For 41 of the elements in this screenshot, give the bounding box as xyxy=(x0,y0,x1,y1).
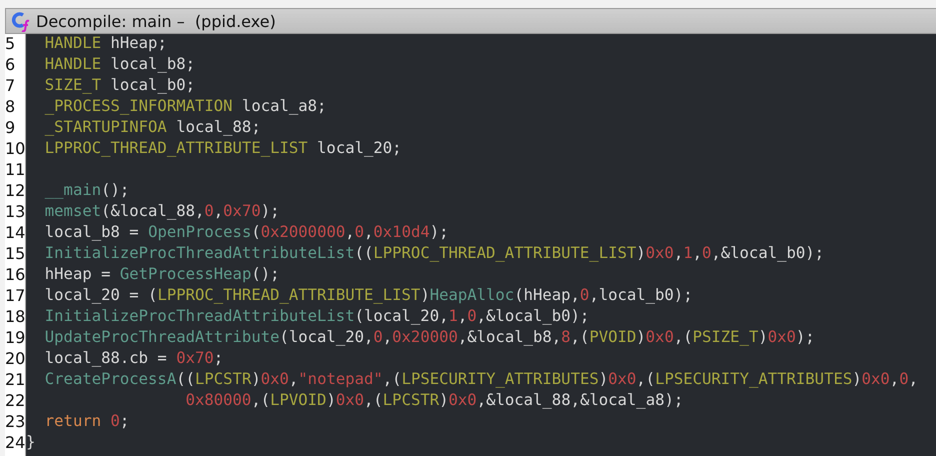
line-number: 6 xyxy=(5,55,16,76)
line-number: 14 xyxy=(5,223,25,244)
line-number: 24 xyxy=(5,433,25,454)
code-line: _PROCESS_INFORMATION local_a8; xyxy=(44,97,326,117)
line-number: 13 xyxy=(5,202,25,223)
line-number: 21 xyxy=(5,370,25,391)
line-number: 10 xyxy=(5,139,25,160)
code-line: __main(); xyxy=(44,181,130,201)
line-number: 5 xyxy=(5,34,16,55)
code-line: local_88.cb = 0x70; xyxy=(44,349,224,369)
line-number: 20 xyxy=(5,349,25,370)
code-line: UpdateProcThreadAttribute(local_20,0,0x20000,&local_b8,8,(PVOID)0x0,(PSIZE_T)0x0); xyxy=(44,328,815,348)
code-line: } xyxy=(26,433,36,453)
line-number: 9 xyxy=(5,118,16,139)
code-line: _STARTUPINFOA local_88; xyxy=(44,118,261,138)
line-number: 8 xyxy=(5,97,16,118)
line-number: 16 xyxy=(5,265,25,286)
code-line: CreateProcessA((LPCSTR)0x0,"notepad",(LPSECURITY_ATTRIBUTES)0x0,(LPSECURITY_ATTRIBUTES)0x0,0, xyxy=(44,370,918,390)
line-number: 11 xyxy=(5,160,25,181)
code-line: 0x80000,(LPVOID)0x0,(LPCSTR)0x0,&local_88,&local_a8); xyxy=(184,391,684,411)
code-line: hHeap = GetProcessHeap(); xyxy=(44,265,280,285)
code-line: return 0; xyxy=(44,412,130,432)
window-title: Decompile: main – (ppid.exe) xyxy=(36,12,276,30)
code-line: memset(&local_88,0,0x70); xyxy=(44,202,280,222)
code-line: SIZE_T local_b0; xyxy=(44,76,195,96)
code-line: InitializeProcThreadAttributeList((LPPROC_THREAD_ATTRIBUTE_LIST)0x0,1,0,&local_b0); xyxy=(44,244,824,264)
line-number: 12 xyxy=(5,181,25,202)
code-line: local_20 = (LPPROC_THREAD_ATTRIBUTE_LIST)HeapAlloc(hHeap,0,local_b0); xyxy=(44,286,693,306)
code-line: HANDLE hHeap; xyxy=(44,34,167,54)
line-number: 22 xyxy=(5,391,25,412)
line-number: 17 xyxy=(5,286,25,307)
code-line: InitializeProcThreadAttributeList(local_20,1,0,&local_b0); xyxy=(44,307,590,327)
code-line: local_b8 = OpenProcess(0x2000000,0,0x10d4); xyxy=(44,223,449,243)
line-number: 19 xyxy=(5,328,25,349)
line-number: 15 xyxy=(5,244,25,265)
code-line: LPPROC_THREAD_ATTRIBUTE_LIST local_20; xyxy=(44,139,402,159)
line-number: 7 xyxy=(5,76,16,97)
line-number: 18 xyxy=(5,307,25,328)
line-number: 23 xyxy=(5,412,25,433)
code-line: HANDLE local_b8; xyxy=(44,55,195,75)
decompile-icon xyxy=(10,10,32,32)
